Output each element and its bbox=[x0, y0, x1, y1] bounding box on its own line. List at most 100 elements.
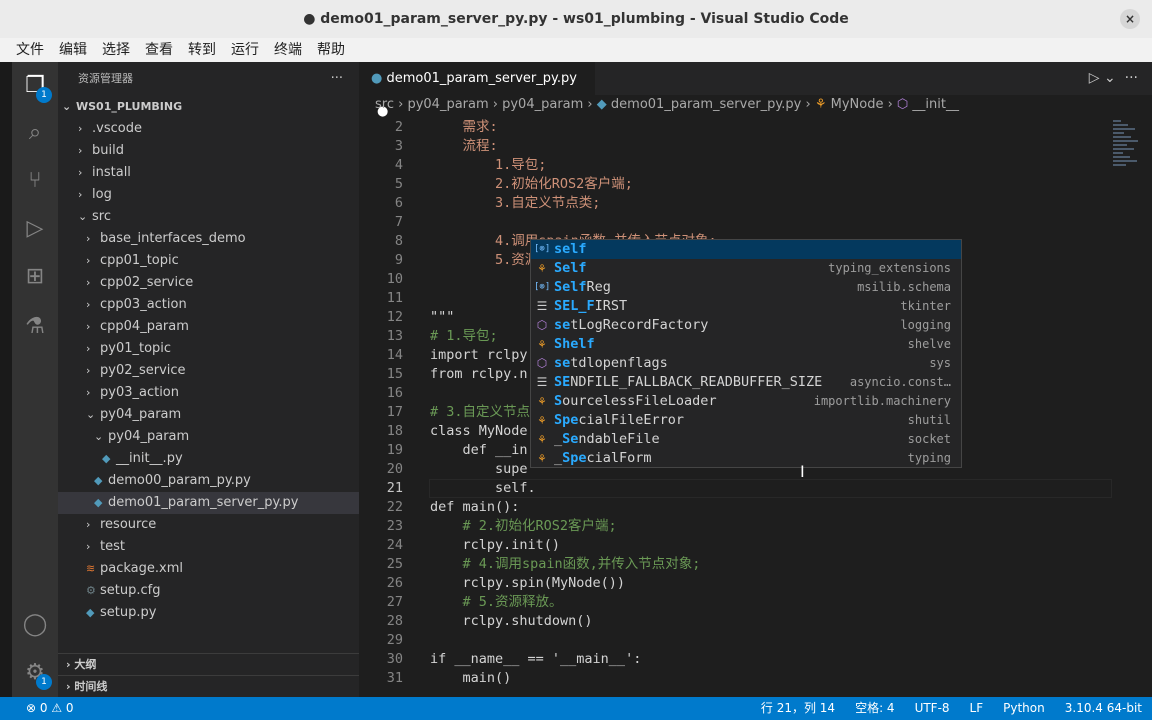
folder-item[interactable]: › base_interfaces_demo bbox=[58, 228, 359, 250]
breadcrumb-item[interactable]: py04_param bbox=[407, 97, 488, 112]
suggestion-detail: logging bbox=[900, 318, 951, 332]
problems-indicator[interactable]: ⊗ 0 ⚠ 0 bbox=[26, 701, 74, 715]
testing-icon[interactable]: ⚗ bbox=[21, 313, 49, 341]
breadcrumb-item[interactable]: src bbox=[375, 97, 394, 112]
code-line[interactable]: 2.初始化ROS2客户端; bbox=[430, 175, 633, 194]
code-line[interactable]: class MyNode bbox=[430, 422, 528, 441]
item-label: demo01_param_server_py.py bbox=[108, 495, 299, 510]
tab-demo01-param-server[interactable]: ● demo01_param_server_py.py ● bbox=[359, 62, 595, 119]
breadcrumb-item[interactable]: MyNode bbox=[831, 97, 884, 112]
code-line[interactable]: self. bbox=[430, 479, 536, 498]
more-actions-button[interactable]: ··· bbox=[331, 62, 343, 95]
code-line[interactable]: rclpy.init() bbox=[430, 536, 561, 555]
search-icon[interactable]: ⌕ bbox=[21, 119, 49, 147]
python-interpreter[interactable]: 3.10.4 64-bit bbox=[1065, 697, 1142, 720]
suggestion-item[interactable]: [⊚] SelfReg msilib.schema bbox=[531, 278, 961, 297]
code-line[interactable]: 流程: bbox=[430, 137, 498, 156]
folder-item[interactable]: › cpp03_action bbox=[58, 294, 359, 316]
folder-item[interactable]: › log bbox=[58, 184, 359, 206]
menu-item[interactable]: 查看 bbox=[145, 38, 173, 62]
folder-item[interactable]: › .vscode bbox=[58, 118, 359, 140]
run-python-icon[interactable]: ▷ ⌄ ··· bbox=[1089, 70, 1138, 86]
breadcrumb-item[interactable]: py04_param bbox=[502, 97, 583, 112]
code-line[interactable]: # 3.自定义节点 bbox=[430, 403, 530, 422]
folder-item[interactable]: ⌄ src bbox=[58, 206, 359, 228]
suggestion-item[interactable]: ⚘ SpecialFileError shutil bbox=[531, 411, 961, 430]
extensions-icon[interactable]: ⊞ bbox=[21, 263, 49, 291]
file-item[interactable]: ≋ package.xml bbox=[58, 558, 359, 580]
file-item[interactable]: ◆ setup.py bbox=[58, 602, 359, 624]
suggestion-item[interactable]: ☰ SENDFILE_FALLBACK_READBUFFER_SIZE asynci… bbox=[531, 373, 961, 392]
timeline-section[interactable]: › 时间线 bbox=[58, 675, 359, 697]
code-line[interactable]: # 2.初始化ROS2客户端; bbox=[430, 517, 617, 536]
code-line[interactable]: 5.资源 bbox=[430, 251, 538, 270]
source-control-icon[interactable]: ⑂ bbox=[21, 167, 49, 195]
outline-section[interactable]: › 大纲 bbox=[58, 653, 359, 675]
line-number: 14 bbox=[386, 347, 403, 363]
folder-item[interactable]: › cpp01_topic bbox=[58, 250, 359, 272]
suggestion-item[interactable]: ⚘ Shelf shelve bbox=[531, 335, 961, 354]
file-item[interactable]: ◆ demo00_param_py.py bbox=[58, 470, 359, 492]
menu-item[interactable]: 编辑 bbox=[59, 38, 87, 62]
suggestion-item[interactable]: ⚘ _SpecialForm typing bbox=[531, 449, 961, 468]
line-ending[interactable]: LF bbox=[970, 697, 984, 720]
folder-item[interactable]: ⌄ py04_param bbox=[58, 404, 359, 426]
menu-item[interactable]: 转到 bbox=[188, 38, 216, 62]
workspace-root[interactable]: ⌄ WS01_PLUMBING bbox=[58, 96, 359, 118]
code-line[interactable]: from rclpy.n bbox=[430, 365, 528, 384]
code-line[interactable]: rclpy.spin(MyNode()) bbox=[430, 574, 626, 593]
encoding[interactable]: UTF-8 bbox=[915, 697, 950, 720]
folder-item[interactable]: › py03_action bbox=[58, 382, 359, 404]
item-label: .vscode bbox=[92, 121, 142, 136]
file-item[interactable]: ◆ demo01_param_server_py.py bbox=[58, 492, 359, 514]
folder-item[interactable]: › resource bbox=[58, 514, 359, 536]
folder-item[interactable]: › py01_topic bbox=[58, 338, 359, 360]
code-line[interactable]: import rclpy bbox=[430, 346, 528, 365]
menu-item[interactable]: 运行 bbox=[231, 38, 259, 62]
suggestion-item[interactable]: ⚘ _SendableFile socket bbox=[531, 430, 961, 449]
code-line[interactable]: """ bbox=[430, 308, 454, 327]
suggestion-match: Se bbox=[562, 431, 579, 447]
code-line[interactable]: 需求: bbox=[430, 118, 498, 137]
code-line[interactable]: # 4.调用spain函数,并传入节点对象; bbox=[430, 555, 701, 574]
file-item[interactable]: ⚙ setup.cfg bbox=[58, 580, 359, 602]
minimap[interactable] bbox=[1113, 120, 1143, 180]
folder-item[interactable]: › py02_service bbox=[58, 360, 359, 382]
folder-item[interactable]: ⌄ py04_param bbox=[58, 426, 359, 448]
file-item[interactable]: ◆ __init__.py bbox=[58, 448, 359, 470]
code-line[interactable]: # 5.资源释放。 bbox=[430, 593, 563, 612]
folder-item[interactable]: › test bbox=[58, 536, 359, 558]
folder-item[interactable]: › cpp02_service bbox=[58, 272, 359, 294]
suggestion-item[interactable]: ⚘ Self typing_extensions bbox=[531, 259, 961, 278]
breadcrumb-item[interactable]: demo01_param_server_py.py bbox=[611, 97, 801, 112]
folder-item[interactable]: › build bbox=[58, 140, 359, 162]
code-line[interactable]: def main(): bbox=[430, 498, 519, 517]
close-window-button[interactable]: × bbox=[1120, 9, 1140, 29]
language-mode[interactable]: Python bbox=[1003, 697, 1045, 720]
account-icon[interactable]: ◯ bbox=[21, 611, 49, 639]
code-line[interactable]: rclpy.shutdown() bbox=[430, 612, 593, 631]
menu-item[interactable]: 终端 bbox=[274, 38, 302, 62]
code-line[interactable]: # 1.导包; bbox=[430, 327, 498, 346]
code-line[interactable]: if __name__ == '__main__': bbox=[430, 650, 641, 669]
suggestion-item[interactable]: [⊚] self bbox=[531, 240, 961, 259]
indentation[interactable]: 空格: 4 bbox=[855, 697, 895, 720]
menu-item[interactable]: 帮助 bbox=[317, 38, 345, 62]
code-line[interactable]: supe bbox=[430, 460, 528, 479]
breadcrumb-item[interactable]: __init__ bbox=[912, 97, 959, 112]
cursor-position[interactable]: 行 21，列 14 bbox=[761, 697, 835, 720]
code-line[interactable]: 1.导包; bbox=[430, 156, 546, 175]
code-line[interactable]: main() bbox=[430, 669, 512, 688]
run-debug-icon[interactable]: ▷ bbox=[21, 215, 49, 243]
suggestion-item[interactable]: ⬡ setdlopenflags sys bbox=[531, 354, 961, 373]
menu-item[interactable]: 选择 bbox=[102, 38, 130, 62]
folder-item[interactable]: › cpp04_param bbox=[58, 316, 359, 338]
code-line[interactable]: 3.自定义节点类; bbox=[430, 194, 600, 213]
menu-item[interactable]: 文件 bbox=[16, 38, 44, 62]
code-line[interactable]: def __in bbox=[430, 441, 528, 460]
folder-item[interactable]: › install bbox=[58, 162, 359, 184]
suggestion-item[interactable]: ⬡ setLogRecordFactory logging bbox=[531, 316, 961, 335]
text-cursor-icon: I bbox=[800, 462, 805, 481]
suggestion-item[interactable]: ⚘ SourcelessFileLoader importlib.machinery bbox=[531, 392, 961, 411]
suggestion-item[interactable]: ☰ SEL_FIRST tkinter bbox=[531, 297, 961, 316]
